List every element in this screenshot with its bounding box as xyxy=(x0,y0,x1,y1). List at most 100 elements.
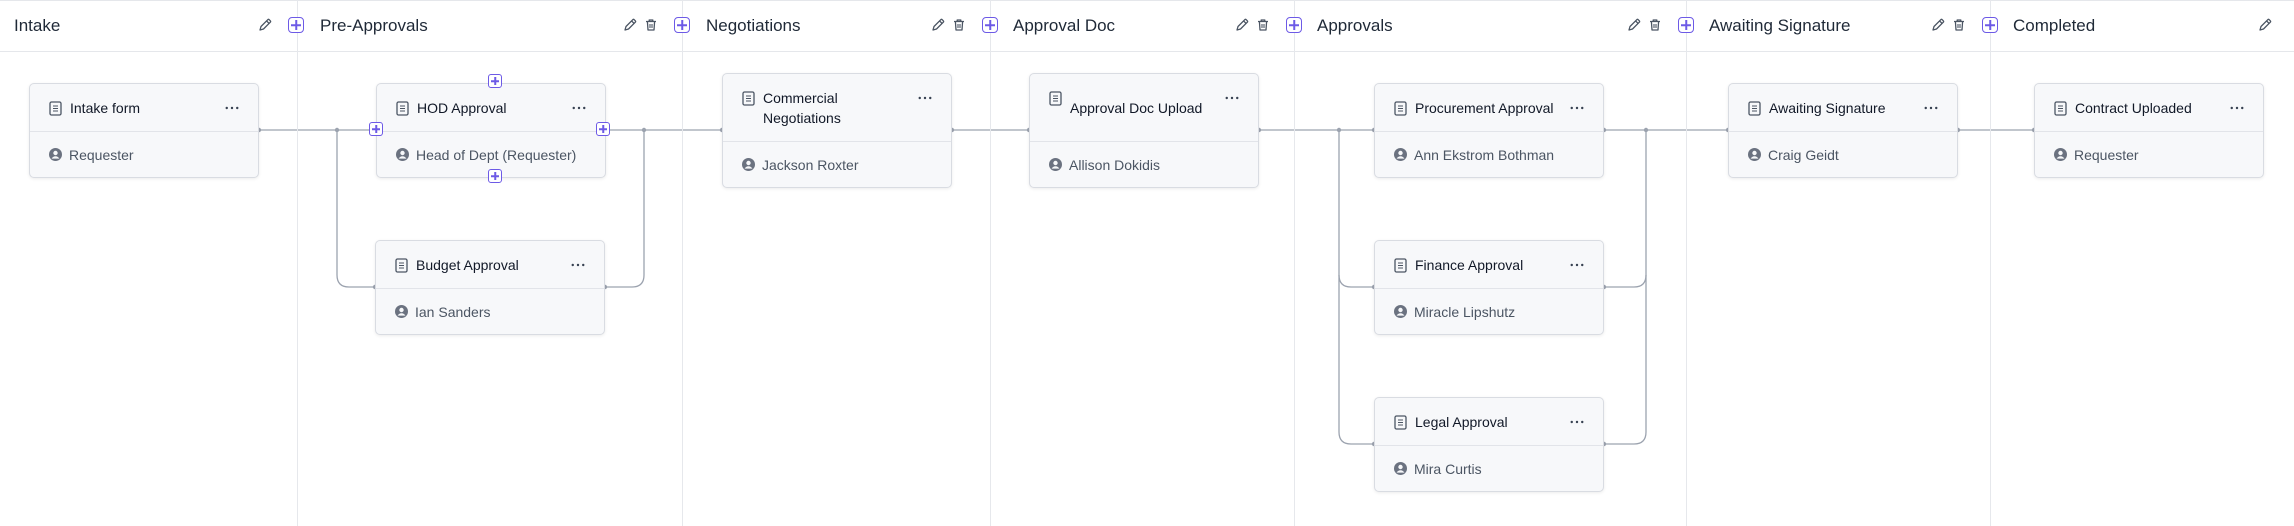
card-header: Budget Approval xyxy=(376,241,604,289)
user-circle-icon xyxy=(742,158,755,171)
ellipsis-icon[interactable] xyxy=(1923,100,1939,116)
card-assignee-row: Miracle Lipshutz xyxy=(1375,289,1603,335)
add-column-button[interactable] xyxy=(1982,17,1998,33)
card-hod-approval[interactable]: HOD Approval Head of Dept (Requester) xyxy=(376,83,606,178)
card-assignee: Jackson Roxter xyxy=(762,157,859,173)
add-column-button[interactable] xyxy=(1286,17,1302,33)
card-commercial-negotiations[interactable]: Commercial Negotiations Jackson Roxter xyxy=(722,73,952,188)
column-title-intake: Intake xyxy=(14,16,61,35)
ellipsis-icon[interactable] xyxy=(1569,257,1585,273)
ellipsis-icon[interactable] xyxy=(1224,90,1240,106)
pencil-icon[interactable] xyxy=(1625,16,1643,34)
card-assignee: Miracle Lipshutz xyxy=(1414,304,1516,320)
user-circle-icon xyxy=(1748,148,1761,161)
add-column-button[interactable] xyxy=(288,17,304,33)
edge-intake-budget xyxy=(336,130,375,288)
user-circle-icon xyxy=(396,148,409,161)
add-column-button[interactable] xyxy=(1678,17,1694,33)
insert-after-hod-button[interactable] xyxy=(596,122,610,136)
user-circle-icon xyxy=(1394,148,1407,161)
card-title: Approval Doc Upload xyxy=(1070,99,1203,116)
trash-icon[interactable] xyxy=(642,16,660,34)
card-assignee-row: Allison Dokidis xyxy=(1030,142,1258,188)
ellipsis-icon[interactable] xyxy=(224,100,240,116)
card-title: HOD Approval xyxy=(417,99,507,116)
pencil-icon[interactable] xyxy=(2256,16,2274,34)
ellipsis-icon[interactable] xyxy=(1569,414,1585,430)
connector-dot xyxy=(334,127,340,133)
card-intake-form[interactable]: Intake form Requester xyxy=(29,83,259,178)
add-column-button[interactable] xyxy=(674,17,690,33)
card-assignee: Requester xyxy=(2074,147,2139,163)
column-title-awaiting-signature: Awaiting Signature xyxy=(1709,16,1851,35)
connector-dot xyxy=(641,127,647,133)
card-title: Contract Uploaded xyxy=(2075,99,2192,116)
card-procurement-approval[interactable]: Procurement Approval Ann Ekstrom Bothman xyxy=(1374,83,1604,178)
column-divider xyxy=(990,0,991,526)
workflow-board: Intake Pre-Approvals Negotiations Approval … xyxy=(0,0,2294,526)
edge-finance-merge xyxy=(1604,130,1647,288)
user-circle-icon xyxy=(1394,462,1407,475)
card-header: Approval Doc Upload xyxy=(1030,74,1258,142)
add-column-button[interactable] xyxy=(982,17,998,33)
column-title-pre-approvals: Pre-Approvals xyxy=(320,16,428,35)
card-assignee: Head of Dept (Requester) xyxy=(416,147,577,163)
card-assignee: Requester xyxy=(69,147,134,163)
user-circle-icon xyxy=(1394,305,1407,318)
document-icon xyxy=(742,91,755,106)
trash-icon[interactable] xyxy=(1950,16,1968,34)
card-assignee: Ian Sanders xyxy=(415,304,491,320)
user-circle-icon xyxy=(1049,158,1062,171)
card-title: Procurement Approval xyxy=(1415,99,1554,116)
card-legal-approval[interactable]: Legal Approval Mira Curtis xyxy=(1374,397,1604,492)
card-budget-approval[interactable]: Budget Approval Ian Sanders xyxy=(375,240,605,335)
document-icon xyxy=(1394,415,1407,430)
card-title: Finance Approval xyxy=(1415,256,1524,273)
card-awaiting-signature[interactable]: Awaiting Signature Craig Geidt xyxy=(1728,83,1958,178)
trash-icon[interactable] xyxy=(950,16,968,34)
document-icon xyxy=(1748,101,1761,116)
user-circle-icon xyxy=(49,148,62,161)
ellipsis-icon[interactable] xyxy=(2229,100,2245,116)
pencil-icon[interactable] xyxy=(1233,16,1251,34)
card-header: Legal Approval xyxy=(1375,398,1603,446)
card-header: Procurement Approval xyxy=(1375,84,1603,132)
column-title-approvals: Approvals xyxy=(1317,16,1393,35)
ellipsis-icon[interactable] xyxy=(1569,100,1585,116)
column-divider xyxy=(1686,0,1687,526)
insert-above-hod-button[interactable] xyxy=(488,74,502,88)
header-divider xyxy=(0,51,2294,52)
top-border xyxy=(0,0,2294,1)
trash-icon[interactable] xyxy=(1646,16,1664,34)
card-title: Commercial Negotiations xyxy=(763,89,841,126)
document-icon xyxy=(49,101,62,116)
column-divider xyxy=(1294,0,1295,526)
column-title-completed: Completed xyxy=(2013,16,2096,35)
pencil-icon[interactable] xyxy=(256,16,274,34)
card-assignee-row: Jackson Roxter xyxy=(723,142,951,188)
document-icon xyxy=(2054,101,2067,116)
card-approval-doc-upload[interactable]: Approval Doc Upload Allison Dokidis xyxy=(1029,73,1259,188)
card-assignee: Mira Curtis xyxy=(1414,461,1482,477)
connector-dot xyxy=(1643,127,1649,133)
card-finance-approval[interactable]: Finance Approval Miracle Lipshutz xyxy=(1374,240,1604,335)
insert-below-hod-button[interactable] xyxy=(488,169,502,183)
card-header: Awaiting Signature xyxy=(1729,84,1957,132)
ellipsis-icon[interactable] xyxy=(570,257,586,273)
ellipsis-icon[interactable] xyxy=(917,90,933,106)
insert-before-hod-button[interactable] xyxy=(369,122,383,136)
pencil-icon[interactable] xyxy=(929,16,947,34)
edge-branch-finance xyxy=(1338,130,1374,288)
pencil-icon[interactable] xyxy=(621,16,639,34)
card-assignee-row: Craig Geidt xyxy=(1729,132,1957,178)
document-icon xyxy=(396,101,409,116)
card-title: Legal Approval xyxy=(1415,413,1508,430)
card-assignee: Ann Ekstrom Bothman xyxy=(1414,147,1555,163)
card-assignee-row: Ian Sanders xyxy=(376,289,604,335)
card-header: Commercial Negotiations xyxy=(723,74,951,142)
card-header: Contract Uploaded xyxy=(2035,84,2263,132)
card-contract-uploaded[interactable]: Contract Uploaded Requester xyxy=(2034,83,2264,178)
ellipsis-icon[interactable] xyxy=(571,100,587,116)
trash-icon[interactable] xyxy=(1254,16,1272,34)
pencil-icon[interactable] xyxy=(1929,16,1947,34)
